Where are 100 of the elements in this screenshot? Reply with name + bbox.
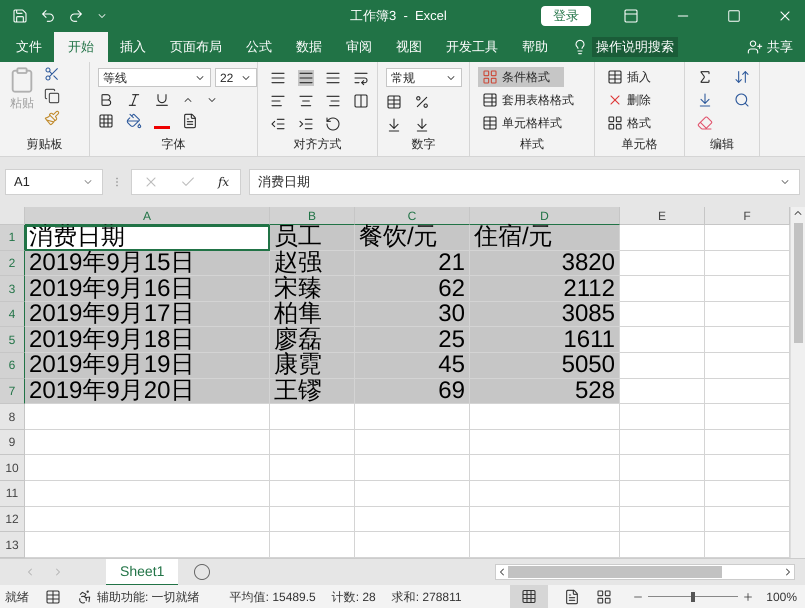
ribbon-tab[interactable]: 审阅 <box>334 32 384 62</box>
horizontal-scrollbar[interactable] <box>495 564 795 580</box>
table-cell[interactable]: 餐饮/元 <box>355 225 470 251</box>
scrollbar-thumb[interactable] <box>794 223 802 343</box>
align-right-icon[interactable] <box>325 93 341 109</box>
eraser-icon[interactable] <box>697 115 713 131</box>
zoom-slider-thumb[interactable] <box>691 592 696 602</box>
accessibility-icon[interactable] <box>77 588 93 604</box>
undo-icon[interactable] <box>40 8 56 24</box>
row-header[interactable]: 11 <box>0 481 25 507</box>
empty-cell[interactable] <box>470 455 620 482</box>
row-header[interactable]: 3 <box>0 276 25 302</box>
table-cell[interactable]: 宋臻 <box>270 276 355 302</box>
normal-view-icon[interactable] <box>510 585 548 608</box>
empty-cell[interactable] <box>270 404 355 430</box>
merge-icon[interactable] <box>352 93 368 109</box>
empty-cell[interactable] <box>355 404 470 430</box>
row-header[interactable]: 5 <box>0 327 25 354</box>
empty-cell[interactable] <box>470 481 620 507</box>
align-middle-icon[interactable] <box>298 70 314 86</box>
cell-style-button[interactable]: 单元格样式 <box>478 113 594 133</box>
page-layout-icon[interactable] <box>564 588 580 604</box>
column-header[interactable]: D <box>470 207 620 225</box>
table-cell[interactable]: 21 <box>355 250 470 276</box>
copy-icon[interactable] <box>44 88 60 104</box>
table-cell[interactable]: 2019年9月18日 <box>25 327 270 354</box>
percent-icon[interactable] <box>414 94 430 110</box>
conditional-format-button[interactable]: 条件格式 <box>478 67 564 87</box>
table-cell[interactable]: 1611 <box>470 327 620 354</box>
empty-cell[interactable] <box>620 455 705 482</box>
empty-cell[interactable] <box>470 404 620 430</box>
table-cell[interactable]: 3820 <box>470 250 620 276</box>
increase-indent-icon[interactable] <box>298 116 314 132</box>
table-cell[interactable]: 2112 <box>470 276 620 302</box>
decrease-indent-icon[interactable] <box>270 116 286 132</box>
table-format-button[interactable]: 套用表格格式 <box>478 90 594 110</box>
table-cell[interactable]: 2019年9月20日 <box>25 378 270 404</box>
ribbon-tab[interactable]: 数据 <box>284 32 334 62</box>
empty-cell[interactable] <box>470 506 620 532</box>
fill-icon[interactable] <box>697 92 713 108</box>
empty-cell[interactable] <box>355 481 470 507</box>
table-icon[interactable] <box>482 115 498 131</box>
table-cell[interactable]: 45 <box>355 353 470 379</box>
empty-cell[interactable] <box>270 455 355 482</box>
search-icon[interactable] <box>734 92 750 108</box>
align-bottom-icon[interactable] <box>325 70 341 86</box>
zoom-slider[interactable] <box>648 592 738 602</box>
empty-cell[interactable] <box>620 430 705 456</box>
row-header[interactable]: 1 <box>0 225 25 251</box>
ribbon-tab[interactable]: 页面布局 <box>158 32 234 62</box>
table-cell[interactable]: 5050 <box>470 353 620 379</box>
scrollbar-thumb[interactable] <box>508 566 722 578</box>
grid-icon[interactable] <box>607 115 623 131</box>
row-header[interactable]: 10 <box>0 455 25 482</box>
number-format-dropdown[interactable]: 常规 <box>386 68 462 87</box>
name-box[interactable]: A1 <box>5 169 103 195</box>
align-center-icon[interactable] <box>298 93 314 109</box>
table-icon[interactable] <box>607 69 623 85</box>
empty-cell[interactable] <box>270 506 355 532</box>
align-top-icon[interactable] <box>270 70 286 86</box>
table-cell[interactable]: 2019年9月16日 <box>25 276 270 302</box>
format-painter-icon[interactable] <box>44 110 60 126</box>
row-header[interactable]: 13 <box>0 532 25 558</box>
empty-cell[interactable] <box>620 481 705 507</box>
italic-icon[interactable] <box>126 92 142 108</box>
ribbon-display-icon[interactable] <box>623 8 639 24</box>
row-header[interactable]: 4 <box>0 302 25 328</box>
ribbon-tab[interactable]: 开发工具 <box>434 32 510 62</box>
ribbon-tab[interactable]: 开始 <box>54 32 108 62</box>
empty-cell[interactable] <box>270 481 355 507</box>
row-header[interactable]: 9 <box>0 430 25 456</box>
ribbon-tab[interactable]: 文件 <box>4 32 54 62</box>
column-header[interactable]: C <box>355 207 470 225</box>
ribbon-tab[interactable]: 视图 <box>384 32 434 62</box>
table-cell[interactable]: 528 <box>470 378 620 404</box>
login-button[interactable]: 登录 <box>541 6 591 26</box>
underline-icon[interactable] <box>154 92 170 108</box>
empty-cell[interactable] <box>270 430 355 456</box>
formula-field[interactable]: 消费日期 <box>249 169 800 195</box>
table-cell[interactable]: 住宿/元 <box>470 225 620 251</box>
empty-cell[interactable] <box>355 430 470 456</box>
table-cell[interactable]: 3085 <box>470 302 620 328</box>
row-header[interactable]: 6 <box>0 353 25 379</box>
orientation-icon[interactable] <box>325 116 341 132</box>
fill-color-icon[interactable] <box>126 113 142 129</box>
empty-cell[interactable] <box>620 506 705 532</box>
share-button[interactable]: 共享 <box>767 37 793 57</box>
font-size-dropdown[interactable]: 22 <box>215 68 257 87</box>
column-header[interactable]: B <box>270 207 355 225</box>
table-cell[interactable]: 员工 <box>270 225 355 251</box>
sort-icon[interactable] <box>734 69 750 85</box>
table-cell[interactable]: 25 <box>355 327 470 354</box>
column-header[interactable]: A <box>25 207 270 225</box>
empty-cell[interactable] <box>355 506 470 532</box>
row-header[interactable]: 7 <box>0 378 25 404</box>
table-cell[interactable]: 2019年9月15日 <box>25 250 270 276</box>
cut-icon[interactable] <box>44 66 60 82</box>
zoom-in-icon[interactable] <box>742 590 754 602</box>
column-header[interactable]: E <box>620 207 705 225</box>
insert-function-button[interactable]: fx <box>218 173 230 191</box>
